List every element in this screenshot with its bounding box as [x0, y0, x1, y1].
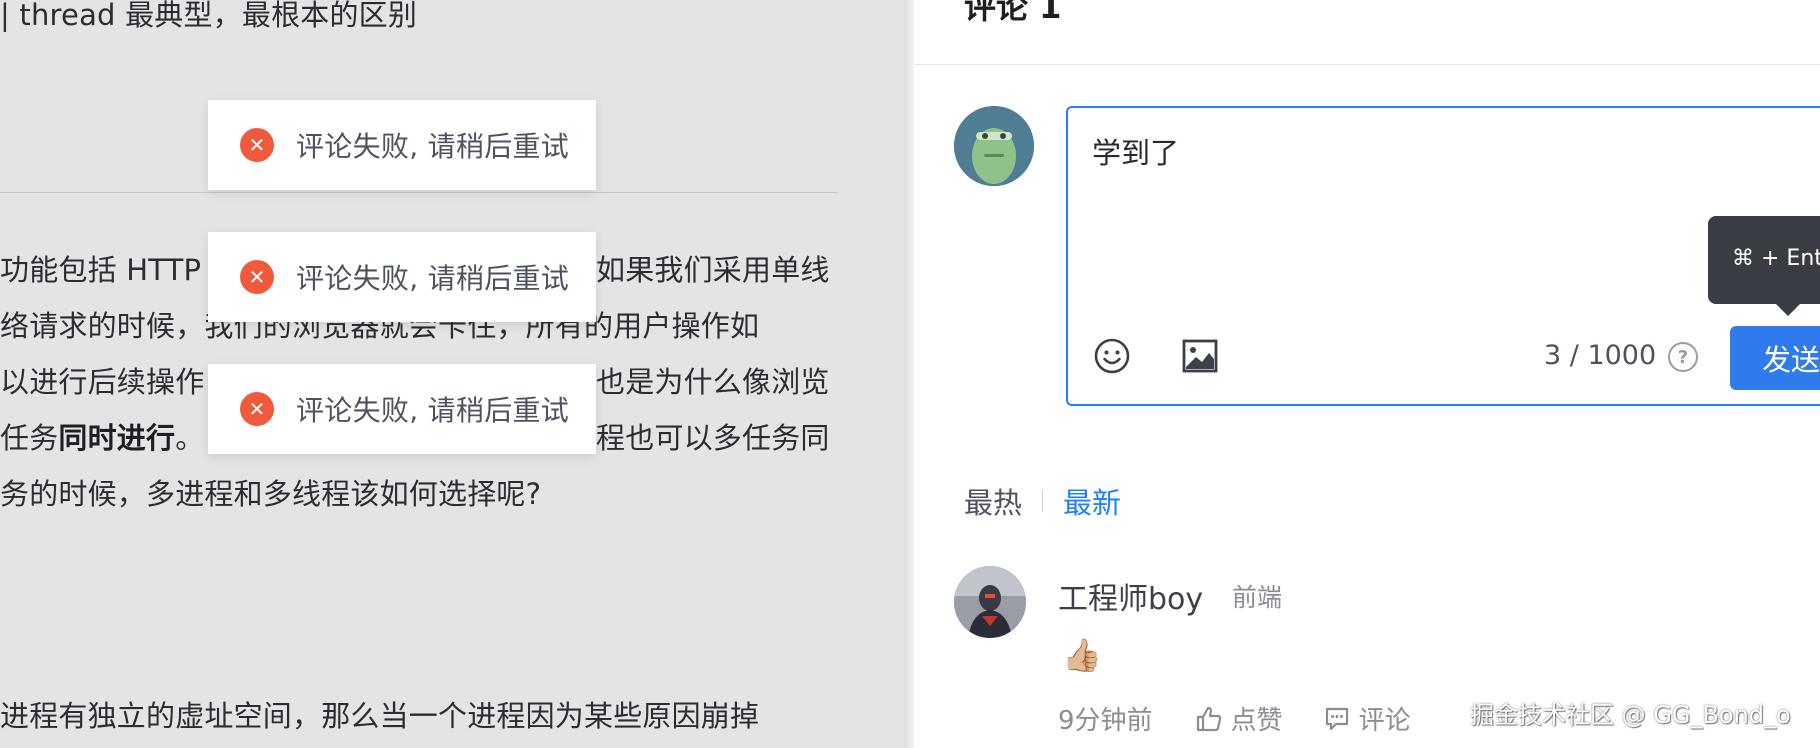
article-line: 如果我们采用单线: [596, 253, 830, 287]
watermark: 掘金技术社区 @ GG_Bond_o: [1470, 701, 1791, 729]
article-line: 功能包括 HTTP: [0, 253, 202, 287]
divider: [914, 64, 1820, 65]
panel-shadow: [904, 0, 914, 748]
commenter-tag: 前端: [1232, 583, 1283, 612]
avatar[interactable]: [954, 566, 1026, 638]
error-toast: ✕ 评论失败, 请稍后重试: [208, 232, 596, 322]
article-line: 程也可以多任务同: [596, 421, 830, 455]
send-button[interactable]: 发送: [1730, 326, 1820, 390]
article-text: 任务: [0, 421, 59, 455]
error-toast: ✕ 评论失败, 请稍后重试: [208, 100, 596, 190]
tab-divider: [1042, 490, 1044, 512]
like-button[interactable]: 点赞: [1195, 700, 1283, 737]
comment-input[interactable]: 学到了: [1092, 130, 1792, 280]
reply-label: 评论: [1358, 706, 1411, 736]
image-icon[interactable]: [1180, 336, 1220, 376]
article-line: 进程有独立的虚址空间，那么当一个进程因为某些原因崩掉: [0, 699, 760, 733]
toast-message: 评论失败, 请稍后重试: [296, 262, 570, 295]
article-line: | thread 最典型，最根本的区别: [0, 0, 418, 32]
comment-icon: [1325, 707, 1348, 730]
emoji-icon[interactable]: [1092, 336, 1132, 376]
comment-panel: 评论 1 学到了 3 / 1000 ? 发送 最热 最新 工程师boy 前端 👍…: [914, 0, 1820, 748]
comment-actions: 9分钟前 点赞 评论: [1058, 700, 1451, 737]
article-line: 务的时候，多进程和多线程该如何选择呢?: [0, 477, 542, 511]
toast-message: 评论失败, 请稍后重试: [296, 130, 570, 163]
tab-new[interactable]: 最新: [1063, 480, 1121, 522]
panel-title: 评论 1: [964, 0, 1062, 26]
error-toast: ✕ 评论失败, 请稍后重试: [208, 364, 596, 454]
divider: [0, 192, 838, 193]
avatar-image: [954, 106, 1034, 186]
sort-tabs: 最热 最新: [964, 480, 1121, 522]
shortcut-tooltip: ⌘ + Enter: [1708, 216, 1820, 316]
article-bold-text: 同时进行: [58, 421, 176, 455]
error-icon: ✕: [240, 128, 274, 162]
like-label: 点赞: [1230, 706, 1283, 736]
article-line: 以进行后续操作: [0, 365, 205, 399]
article-pane: | thread 最典型，最根本的区别 功能包括 HTTP 如果我们采用单线 络…: [0, 0, 912, 748]
toast-message: 评论失败, 请稍后重试: [296, 394, 570, 427]
comment-editor: 学到了 3 / 1000 ? 发送: [1066, 106, 1820, 406]
avatar: [954, 106, 1034, 186]
help-icon[interactable]: ?: [1668, 342, 1698, 372]
article-text: 。: [175, 421, 205, 455]
error-icon: ✕: [240, 260, 274, 294]
article-line: 任务同时进行。: [0, 415, 204, 457]
char-count: 3 / 1000: [1544, 340, 1657, 371]
comment-time: 9分钟前: [1058, 706, 1153, 736]
avatar-image: [954, 566, 1026, 638]
like-icon: [1196, 706, 1221, 731]
error-icon: ✕: [240, 392, 274, 426]
article-line: 也是为什么像浏览: [596, 365, 830, 399]
tab-hot[interactable]: 最热: [964, 480, 1022, 522]
reply-button[interactable]: 评论: [1323, 700, 1411, 737]
commenter-name[interactable]: 工程师boy: [1058, 574, 1203, 618]
comment-body: 👍🏼: [1062, 636, 1102, 674]
